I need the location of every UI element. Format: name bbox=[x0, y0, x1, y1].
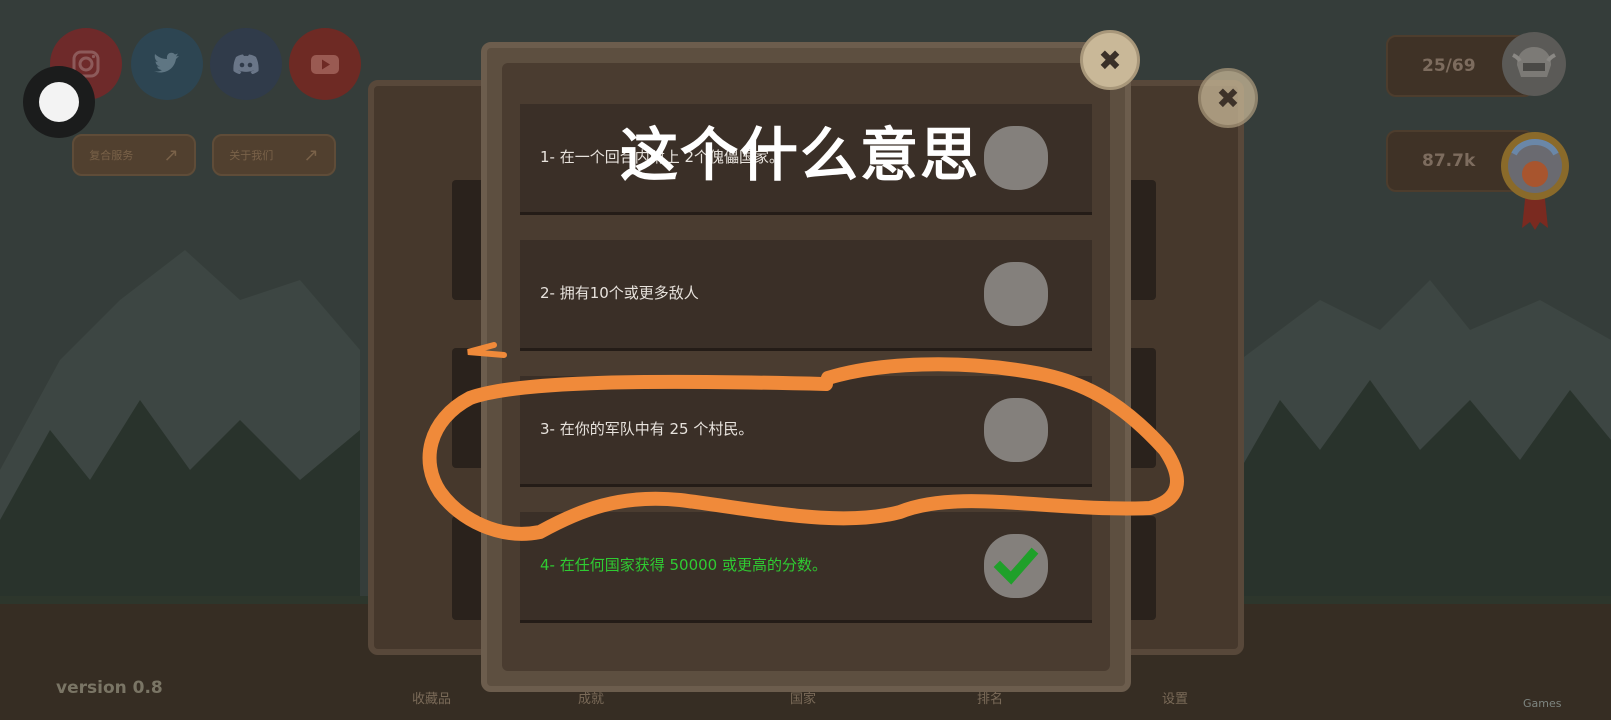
nav-achievements[interactable]: 成就 bbox=[578, 688, 604, 707]
nav-settings[interactable]: 设置 bbox=[1162, 688, 1188, 707]
nav-countries[interactable]: 国家 bbox=[790, 688, 816, 707]
nav-collectibles[interactable]: 收藏品 bbox=[412, 688, 451, 707]
overlay-caption: 这个什么意思 bbox=[620, 121, 981, 189]
watermark: Games bbox=[1523, 697, 1562, 710]
version-label: version 0.8 bbox=[56, 678, 163, 698]
nav-ranking[interactable]: 排名 bbox=[977, 688, 1003, 707]
